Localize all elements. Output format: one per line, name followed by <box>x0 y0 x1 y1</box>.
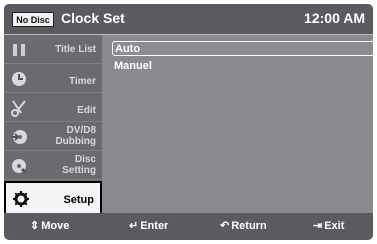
return-hint: ↶ Return <box>220 219 267 232</box>
sidebar: Title List Timer Edit DV/D8 Dubbing Disc… <box>4 35 102 216</box>
no-disc-badge: No Disc <box>12 12 54 27</box>
title-list-icon <box>13 44 25 56</box>
sidebar-item-edit[interactable]: Edit <box>4 93 102 122</box>
sidebar-item-label-line1: Disc <box>74 154 96 165</box>
enter-label: Enter <box>140 220 169 232</box>
exit-hint: ⇥ Exit <box>313 219 344 232</box>
sidebar-item-label: Timer <box>68 76 96 87</box>
sidebar-item-label: Disc Setting <box>62 154 96 176</box>
sidebar-item-timer[interactable]: Timer <box>4 64 102 93</box>
footer-bar: ⇕ Move ↵ Enter ↶ Return ⇥ Exit <box>4 213 373 240</box>
sidebar-item-title-list[interactable]: Title List <box>4 35 102 64</box>
enter-icon: ↵ <box>129 220 139 232</box>
move-label: Move <box>41 220 70 232</box>
exit-icon: ⇥ <box>313 220 323 232</box>
exit-label: Exit <box>324 220 345 232</box>
option-manuel[interactable]: Manuel <box>112 59 373 74</box>
gear-icon <box>13 191 29 207</box>
sidebar-item-label: DV/D8 Dubbing <box>55 125 96 147</box>
sidebar-item-label: Setup <box>63 194 94 206</box>
sidebar-item-label-line1: DV/D8 <box>66 125 96 136</box>
scissors-icon <box>11 100 26 117</box>
dubbing-icon <box>11 130 27 144</box>
sidebar-item-label: Edit <box>77 105 96 116</box>
footer: ⇕ Move ↵ Enter ↶ Return ⇥ Exit <box>0 213 377 244</box>
sidebar-item-setup[interactable]: Setup <box>4 181 102 216</box>
dvd-recorder-screen: No Disc Clock Set 12:00 AM Title List Ti… <box>0 0 377 244</box>
disc-setting-icon <box>12 159 28 175</box>
clock-display: 12:00 AM <box>304 10 365 26</box>
sidebar-item-disc-setting[interactable]: Disc Setting <box>4 151 102 180</box>
updown-arrow-icon: ⇕ <box>30 220 40 232</box>
move-hint: ⇕ Move <box>30 219 69 232</box>
option-auto[interactable]: Auto <box>112 41 373 56</box>
menu-panel: No Disc Clock Set 12:00 AM Title List Ti… <box>4 4 373 216</box>
timer-icon <box>12 72 26 86</box>
header-bar: No Disc Clock Set 12:00 AM <box>4 4 373 35</box>
page-title: Clock Set <box>61 10 125 26</box>
return-icon: ↶ <box>220 220 230 232</box>
sidebar-item-label-line2: Setting <box>62 165 96 176</box>
options-panel: Auto Manuel <box>102 35 373 216</box>
enter-hint: ↵ Enter <box>129 219 168 232</box>
sidebar-item-label: Title List <box>55 44 96 55</box>
return-label: Return <box>231 220 267 232</box>
sidebar-item-dubbing[interactable]: DV/D8 Dubbing <box>4 122 102 151</box>
sidebar-item-label-line2: Dubbing <box>55 136 96 147</box>
